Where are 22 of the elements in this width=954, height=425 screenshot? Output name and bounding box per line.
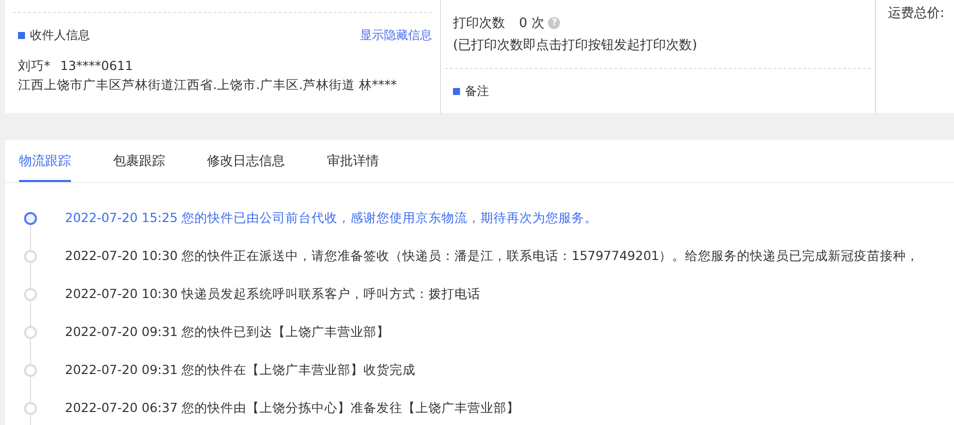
tab[interactable]: 包裹跟踪 [113, 140, 165, 182]
tab[interactable]: 物流跟踪 [19, 140, 71, 182]
timeline-entry: 2022-07-20 10:30 您的快件正在派送中，请您准备签收（快递员：潘是江，联系电话：15797749201）。给您服务的快递员已完成新冠疫苗接种， [65, 248, 920, 264]
section-title: 收件人信息 [30, 27, 90, 44]
show-hidden-link[interactable]: 显示隐藏信息 [360, 27, 432, 44]
print-note: (已打印次数即点击打印按钮发起打印次数) [452, 37, 698, 54]
timeline-entry: 2022-07-20 10:30 快递员发起系统呼叫联系客户，呼叫方式：拨打电话 [65, 286, 481, 302]
section-marker-icon [18, 32, 25, 39]
timeline-entry: 2022-07-20 09:31 您的快件已到达【上饶广丰营业部】 [65, 324, 390, 340]
recipient-phone: 13****0611 [60, 58, 133, 73]
section-title: 备注 [465, 83, 489, 100]
timeline-entry: 2022-07-20 09:31 您的快件在【上饶广丰营业部】收货完成 [65, 362, 416, 378]
recipient-name: 刘巧* [18, 58, 50, 73]
section-marker-icon [453, 88, 460, 95]
print-count: 0 次 [519, 15, 544, 32]
recipient-address: 江西上饶市广丰区芦林街道江西省.上饶市.广丰区.芦林街道 林**** [17, 77, 398, 94]
freight-label: 运费总价: [888, 6, 944, 21]
timeline-entry: 2022-07-20 15:25 您的快件已由公司前台代收，感谢您使用京东物流，期待再次为您服务。 [65, 210, 598, 226]
print-count-label: 打印次数 [453, 15, 505, 32]
tab[interactable]: 审批详情 [327, 140, 379, 182]
tab[interactable]: 修改日志信息 [207, 140, 285, 182]
timeline-entry: 2022-07-20 06:37 您的快件由【上饶分拣中心】准备发往【上饶广丰营业部】 [65, 400, 520, 416]
